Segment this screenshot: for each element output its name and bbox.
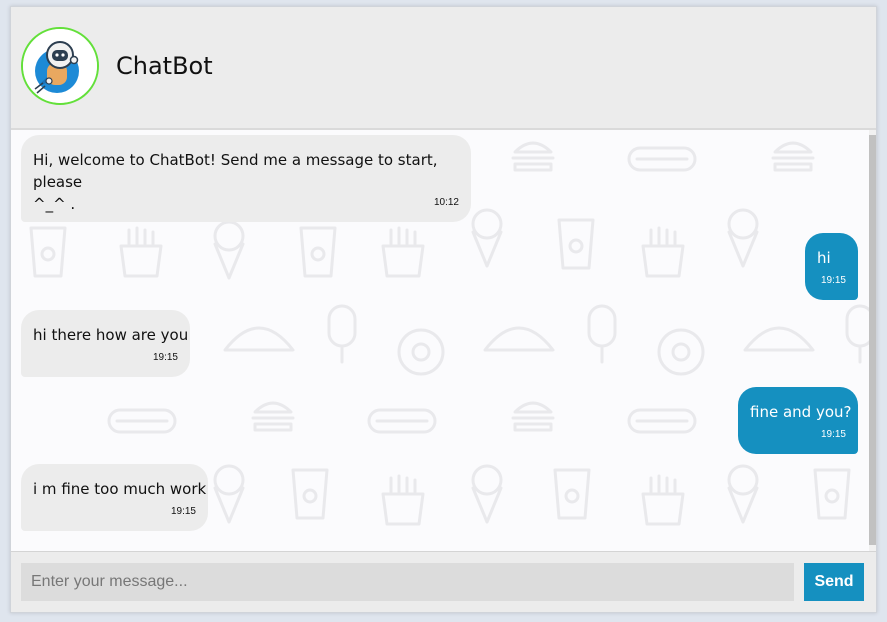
hotdog-icon [627,146,697,172]
ice-cream-cone-icon [727,208,759,268]
hotdog-icon [107,408,177,434]
drink-cup-icon [553,468,591,520]
taco-icon [223,326,295,352]
message-input[interactable] [21,563,794,601]
drink-cup-icon [29,226,67,278]
drink-cup-icon [291,468,329,520]
astronaut-icon [23,29,97,103]
message-text: i m fine too much work [33,480,207,498]
message-text: hi [817,249,831,267]
fries-icon [641,226,685,278]
popsicle-icon [327,304,357,364]
message-scrollbar[interactable] [869,130,876,551]
message-line: ^_^ . [33,195,76,213]
burger-icon [511,141,555,172]
chat-title: ChatBot [116,52,213,80]
bot-message: hi there how are you 19:15 [21,310,190,377]
popsicle-icon [587,304,617,364]
message-time: 19:15 [820,275,846,286]
message-time: 19:15 [820,429,846,440]
bot-message: Hi, welcome to ChatBot! Send me a messag… [21,135,471,222]
burger-icon [251,401,295,432]
message-text: Hi, welcome to ChatBot! Send me a messag… [33,149,471,215]
ice-cream-cone-icon [471,464,503,524]
user-message: hi 19:15 [805,233,858,300]
fries-icon [641,474,685,526]
message-list[interactable]: Hi, welcome to ChatBot! Send me a messag… [11,130,869,551]
message-time: 19:15 [170,506,196,517]
popsicle-icon [845,304,869,364]
drink-cup-icon [557,218,595,270]
scrollbar-thumb[interactable] [869,135,876,545]
donut-icon [657,328,705,376]
bot-message: i m fine too much work 19:15 [21,464,208,531]
send-button[interactable]: Send [804,563,864,601]
hotdog-icon [627,408,697,434]
fries-icon [381,474,425,526]
composer-bar: Send [11,551,876,612]
fries-icon [381,226,425,278]
chat-window: ChatBot Hi, welcome to ChatBot! Send me … [10,6,877,613]
burger-icon [511,401,555,432]
bot-avatar [21,27,99,105]
drink-cup-icon [299,226,337,278]
ice-cream-cone-icon [213,464,245,524]
taco-icon [743,326,815,352]
fries-icon [119,226,163,278]
donut-icon [397,328,445,376]
chat-header: ChatBot [11,7,876,130]
taco-icon [483,326,555,352]
message-time: 10:12 [433,197,459,208]
ice-cream-cone-icon [727,464,759,524]
message-time: 19:15 [152,352,178,363]
drink-cup-icon [813,468,851,520]
burger-icon [771,141,815,172]
ice-cream-cone-icon [471,208,503,268]
hotdog-icon [367,408,437,434]
ice-cream-cone-icon [213,220,245,280]
message-text: fine and you? [750,403,852,421]
message-text: hi there how are you [33,326,189,344]
user-message: fine and you? 19:15 [738,387,858,454]
message-line: Hi, welcome to ChatBot! Send me a messag… [33,151,438,191]
